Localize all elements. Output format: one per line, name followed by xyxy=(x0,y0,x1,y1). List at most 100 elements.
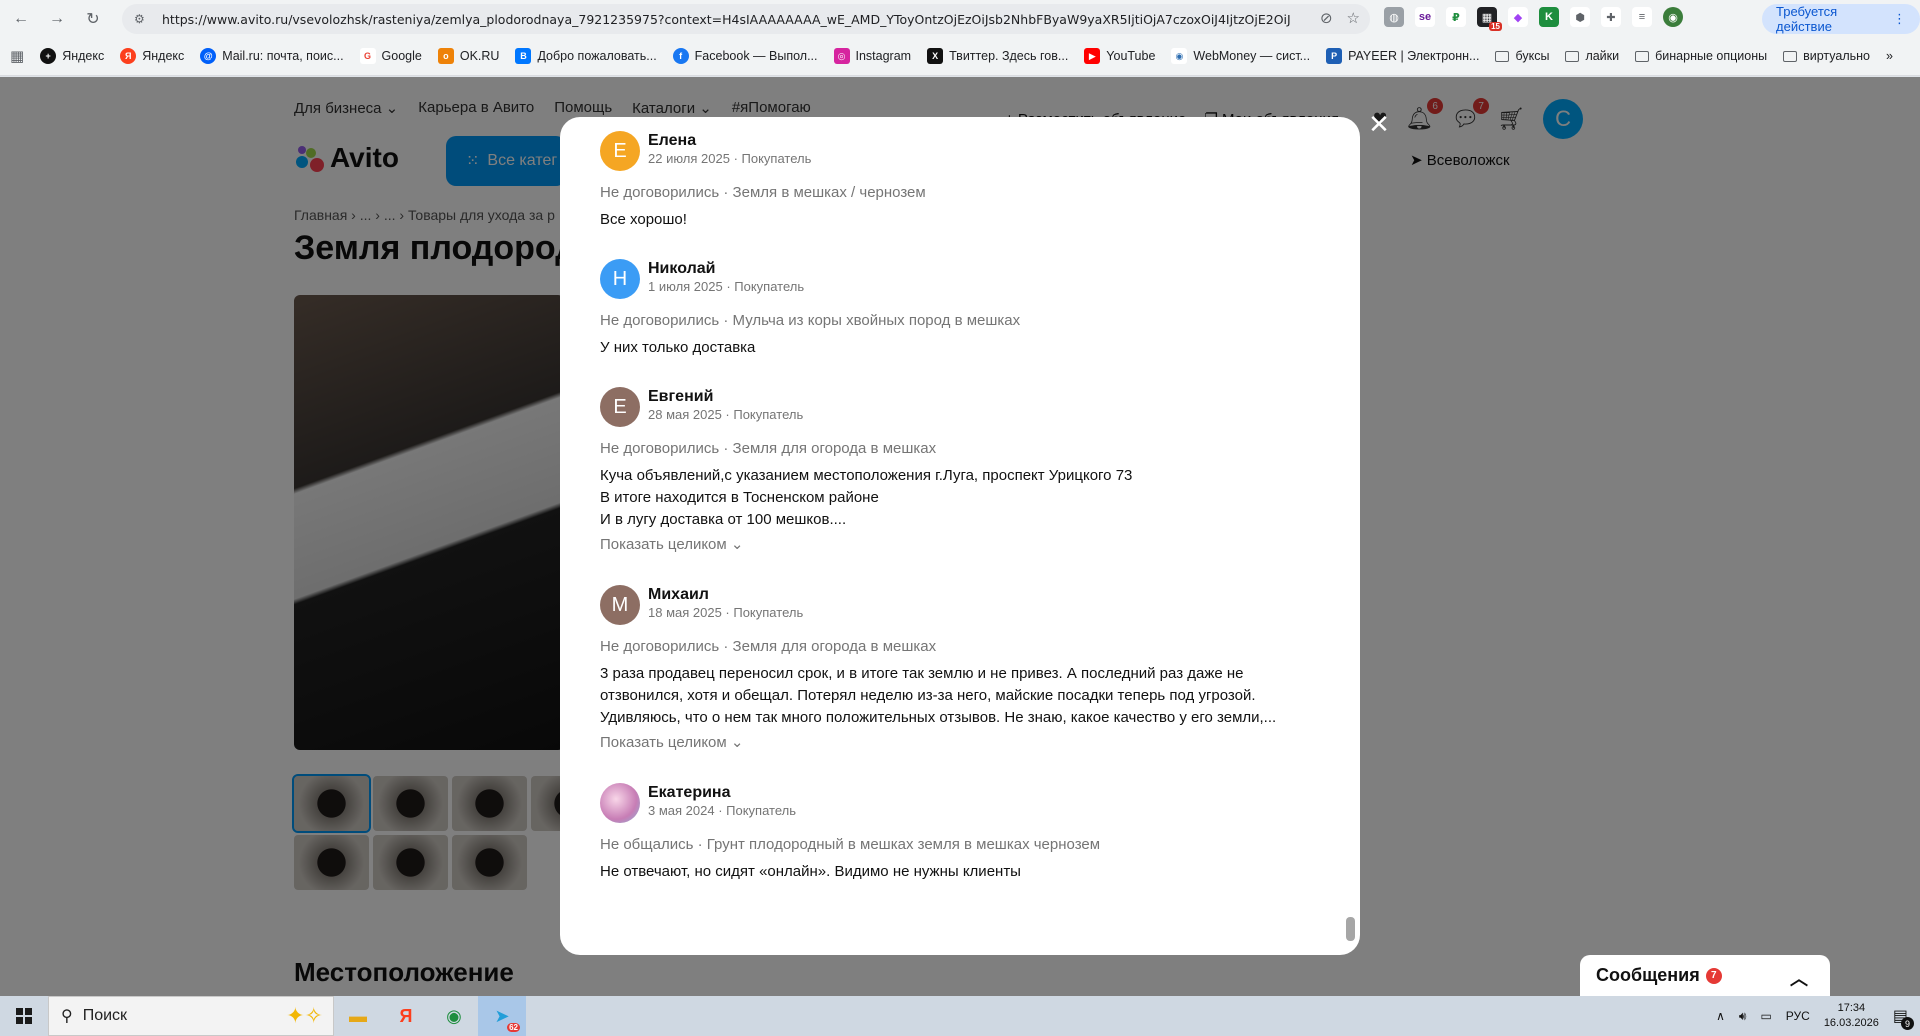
review-meta: 18 мая 2025 · Покупатель xyxy=(648,605,804,620)
more-bookmarks-icon[interactable]: » xyxy=(1886,49,1893,63)
review-meta: 28 мая 2025 · Покупатель xyxy=(648,407,804,422)
forward-icon[interactable]: → xyxy=(46,8,68,30)
globe-ext-icon[interactable]: ◍ xyxy=(1384,7,1404,27)
network-icon[interactable]: ▭ xyxy=(1760,1009,1771,1023)
review-deal-status: Не общались · Грунт плодородный в мешках… xyxy=(600,836,1101,853)
cube-ext-icon[interactable]: ⬢ xyxy=(1570,7,1590,27)
reviewer-avatar: Н xyxy=(600,259,640,299)
folder-icon xyxy=(1783,50,1798,62)
back-icon[interactable]: ← xyxy=(10,8,32,30)
bookmark-item[interactable]: X Твиттер. Здесь гов... xyxy=(927,48,1068,64)
bookmark-folder[interactable]: лайки xyxy=(1565,49,1619,63)
review-item: М Михаил 18 мая 2025 · Покупатель Не дого… xyxy=(600,585,1320,751)
bookmarks-bar: ▦ + Яндекс Я Яндекс @ Mail.ru: почта, поис.… xyxy=(0,42,1920,70)
reviewer-name: Елена xyxy=(648,132,697,149)
bookmark-item[interactable]: + Яндекс xyxy=(40,48,104,64)
reviewer-name: Екатерина xyxy=(648,784,731,801)
clock-date: 16.03.2026 xyxy=(1823,1017,1879,1029)
show-full-review-link[interactable]: Показать целиком ⌄ xyxy=(600,535,1320,553)
copilot-sparkle-icon: ✦✧ xyxy=(286,1003,323,1028)
messages-widget[interactable]: Сообщения 7 ︿ xyxy=(1580,955,1830,996)
bookmark-item[interactable]: ◉ WebMoney — сист... xyxy=(1171,48,1310,64)
bookmark-item[interactable]: Я Яндекс xyxy=(120,48,184,64)
review-text: 3 раза продавец переносил срок, и в итог… xyxy=(600,663,1320,729)
folder-icon xyxy=(1495,50,1510,62)
reviewer-name: Михаил xyxy=(648,586,709,603)
bookmark-item[interactable]: ◎ Instagram xyxy=(833,48,911,64)
bookmark-item[interactable]: P PAYEER | Электронн... xyxy=(1326,48,1479,64)
windows-logo-icon xyxy=(16,1008,32,1024)
chrome-icon[interactable]: ◉ xyxy=(430,996,478,1036)
se-ext-icon[interactable]: se xyxy=(1415,7,1435,27)
start-button[interactable] xyxy=(0,996,48,1036)
bookmark-item[interactable]: G Google xyxy=(359,48,422,64)
tracking-icon[interactable]: ⊘ xyxy=(1320,9,1333,27)
calendar-ext-icon[interactable]: ▦ 15 xyxy=(1477,7,1502,31)
action-required-label: Требуется действие xyxy=(1776,4,1838,34)
browser-toolbar: ← → ↻ ⚙ https://www.avito.ru/vsevolozhsk… xyxy=(0,0,1920,76)
review-item: Е Евгений 28 мая 2025 · Покупатель Не дог… xyxy=(600,387,1320,553)
review-line: И в лугу доставка от 100 мешков.... xyxy=(600,511,847,528)
close-icon[interactable]: ✕ xyxy=(1368,111,1390,137)
review-item: Н Николай 1 июля 2025 · Покупатель Не дог… xyxy=(600,259,1320,359)
search-icon: ⚲ xyxy=(61,1008,73,1025)
review-meta: 3 мая 2024 · Покупатель xyxy=(648,803,796,818)
folder-icon xyxy=(1635,50,1650,62)
review-line: Куча объявлений,с указанием местоположен… xyxy=(600,467,1133,484)
bookmark-item[interactable]: @ Mail.ru: почта, поис... xyxy=(200,48,344,64)
file-explorer-icon[interactable]: ▬ xyxy=(334,996,382,1036)
yandex-browser-icon[interactable]: Я xyxy=(382,996,430,1036)
telegram-badge: 62 xyxy=(507,1023,520,1032)
bookmark-folder[interactable]: виртуально xyxy=(1783,49,1870,63)
review-line: В итоге находится в Тосненском районе xyxy=(600,489,879,506)
address-bar[interactable]: ⚙ https://www.avito.ru/vsevolozhsk/raste… xyxy=(122,4,1370,34)
windows-taskbar: ⚲ Поиск ✦✧ ▬ Я ◉ ➤ 62 ∧ 🔊︎ ▭ РУС 17:34 16… xyxy=(0,996,1920,1036)
messages-badge: 7 xyxy=(1705,967,1722,984)
review-text: Все хорошо! xyxy=(600,211,687,228)
review-meta: 22 июля 2025 · Покупатель xyxy=(648,151,812,166)
bookmark-item[interactable]: о OK.RU xyxy=(437,48,499,64)
green-ext-icon[interactable]: K xyxy=(1539,7,1559,27)
language-indicator[interactable]: РУС xyxy=(1786,1009,1810,1023)
bookmark-folder[interactable]: бинарные опционы xyxy=(1635,49,1767,63)
reviewer-avatar: Е xyxy=(600,387,640,427)
bookmark-star-icon[interactable]: ☆ xyxy=(1347,9,1360,27)
review-text: Куча объявлений,с указанием местоположен… xyxy=(600,465,1320,531)
bookmark-item[interactable]: В Добро пожаловать... xyxy=(515,48,657,64)
bookmark-item[interactable]: ▶ YouTube xyxy=(1084,48,1155,64)
review-meta: 1 июля 2025 · Покупатель xyxy=(648,279,805,294)
system-tray: ∧ 🔊︎ ▭ РУС 17:34 16.03.2026 ▤ 9 xyxy=(1716,996,1914,1036)
messages-label: Сообщения xyxy=(1596,965,1700,985)
reviewer-avatar: М xyxy=(600,585,640,625)
clock-time: 17:34 xyxy=(1837,1002,1866,1014)
action-required-button[interactable]: Требуется действие ⋮ xyxy=(1762,4,1920,34)
review-text: Не отвечают, но сидят «онлайн». Видимо н… xyxy=(600,863,1021,880)
taskbar-search[interactable]: ⚲ Поиск ✦✧ xyxy=(48,996,334,1036)
chevron-up-icon[interactable]: ∧ xyxy=(1716,1009,1725,1023)
chevron-up-icon[interactable]: ︿ xyxy=(1790,965,1808,991)
search-label: Поиск xyxy=(82,1007,128,1024)
modal-scrollbar[interactable] xyxy=(1346,917,1355,941)
url-text: https://www.avito.ru/vsevolozhsk/rasteni… xyxy=(162,11,1292,27)
reviewer-avatar xyxy=(600,783,640,823)
notifications-icon[interactable]: ▤ 9 xyxy=(1893,1006,1914,1030)
media-icon[interactable]: ≡ xyxy=(1632,7,1652,27)
apps-icon[interactable]: ▦ xyxy=(10,47,24,65)
bookmark-folder[interactable]: буксы xyxy=(1495,49,1549,63)
reviews-modal: Е Елена 22 июля 2025 · Покупатель Не дого… xyxy=(560,117,1360,955)
volume-icon[interactable]: 🔊︎ xyxy=(1739,1009,1747,1024)
payeer-ext-icon[interactable]: ₽ xyxy=(1446,7,1466,27)
clock[interactable]: 17:34 16.03.2026 xyxy=(1824,1001,1879,1031)
more-vert-icon: ⋮ xyxy=(1893,11,1906,26)
extensions-icon[interactable]: ✚ xyxy=(1601,7,1621,27)
telegram-icon[interactable]: ➤ 62 xyxy=(478,996,526,1036)
profile-avatar[interactable]: ◉ xyxy=(1663,7,1683,27)
bookmark-item[interactable]: f Facebook — Выпол... xyxy=(672,48,818,64)
review-deal-status: Не договорились · Земля в мешках / черно… xyxy=(600,184,926,201)
gem-ext-icon[interactable]: ◆ xyxy=(1508,7,1528,27)
show-full-review-link[interactable]: Показать целиком ⌄ xyxy=(600,733,1320,751)
site-info-icon[interactable]: ⚙ xyxy=(134,12,152,26)
review-line: 3 раза продавец переносил срок, и в итог… xyxy=(600,665,1244,682)
reload-icon[interactable]: ↻ xyxy=(82,8,104,30)
reviewer-avatar: Е xyxy=(600,131,640,171)
